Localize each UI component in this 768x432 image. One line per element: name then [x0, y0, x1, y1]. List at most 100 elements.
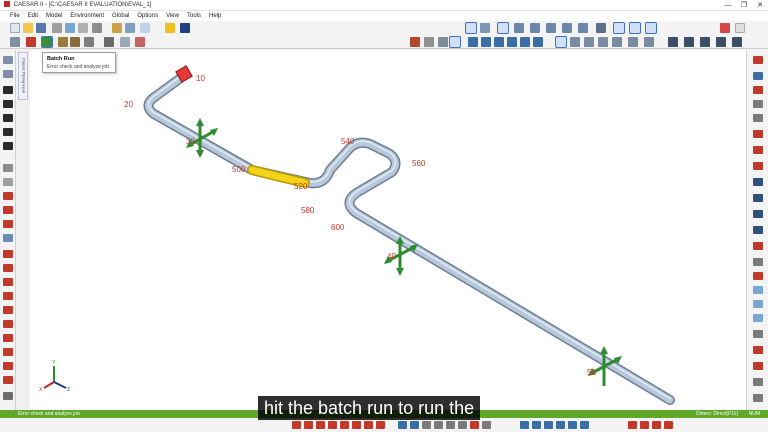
- right-tool-3-icon[interactable]: [753, 86, 763, 94]
- view-side-icon[interactable]: [514, 23, 524, 33]
- view-front-icon[interactable]: [497, 22, 509, 34]
- hidden-line-icon[interactable]: [684, 37, 694, 47]
- bottom-tool-19-icon[interactable]: [544, 421, 553, 429]
- list-icon[interactable]: [140, 23, 150, 33]
- zoom-out-icon[interactable]: [481, 37, 491, 47]
- menu-model[interactable]: Model: [46, 11, 62, 21]
- block-operations-icon[interactable]: [3, 178, 13, 186]
- invert-icon[interactable]: [628, 37, 638, 47]
- list-editor-icon[interactable]: [3, 164, 13, 172]
- bottom-tool-6-icon[interactable]: [352, 421, 361, 429]
- view-right-icon[interactable]: [562, 23, 572, 33]
- close-doc-icon[interactable]: [735, 23, 745, 33]
- menu-environment[interactable]: Environment: [70, 11, 104, 21]
- right-tool-6-icon[interactable]: [753, 130, 763, 138]
- bottom-tool-23-icon[interactable]: [628, 421, 637, 429]
- animate-icon[interactable]: [120, 37, 130, 47]
- node-numbers-icon[interactable]: [629, 22, 641, 34]
- right-tool-7-icon[interactable]: [753, 146, 763, 154]
- allowable-icon[interactable]: [3, 362, 13, 370]
- right-tool-11-icon[interactable]: [753, 210, 763, 218]
- right-tool-23-icon[interactable]: [753, 394, 763, 402]
- menu-global[interactable]: Global: [112, 11, 129, 21]
- bottom-tool-12-icon[interactable]: [434, 421, 443, 429]
- bottom-tool-21-icon[interactable]: [568, 421, 577, 429]
- view-bottom-icon[interactable]: [546, 23, 556, 33]
- valve-icon[interactable]: [3, 234, 13, 242]
- right-tool-8-icon[interactable]: [753, 162, 763, 170]
- right-tool-22-icon[interactable]: [753, 378, 763, 386]
- right-tool-17-icon[interactable]: [753, 300, 763, 308]
- right-tool-12-icon[interactable]: [753, 226, 763, 234]
- right-tool-21-icon[interactable]: [753, 362, 763, 370]
- new-file-icon[interactable]: [10, 23, 20, 33]
- classic-piping-input-tab[interactable]: Classic Piping Input: [18, 52, 28, 100]
- center-line-icon[interactable]: [613, 22, 625, 34]
- pan-icon[interactable]: [520, 37, 530, 47]
- displacement-icon[interactable]: [3, 292, 13, 300]
- bottom-tool-22-icon[interactable]: [580, 421, 589, 429]
- bottom-tool-8-icon[interactable]: [376, 421, 385, 429]
- bottom-tool-9-icon[interactable]: [398, 421, 407, 429]
- menu-file[interactable]: File: [10, 11, 20, 21]
- length-icon[interactable]: [645, 22, 657, 34]
- zoom-extents-icon[interactable]: [533, 37, 543, 47]
- nozzle-icon[interactable]: [3, 278, 13, 286]
- bottom-tool-15-icon[interactable]: [470, 421, 479, 429]
- copy-icon[interactable]: [65, 23, 75, 33]
- menu-edit[interactable]: Edit: [28, 11, 38, 21]
- bottom-tool-17-icon[interactable]: [520, 421, 529, 429]
- right-tool-14-icon[interactable]: [753, 258, 763, 266]
- insert-icon[interactable]: [3, 70, 13, 78]
- model-canvas[interactable]: 10 20 30 40 50 500 520 540 560 580 600 Y…: [30, 50, 746, 410]
- right-tool-5-icon[interactable]: [753, 114, 763, 122]
- shaded-icon[interactable]: [668, 37, 678, 47]
- minimize-button[interactable]: —: [720, 0, 736, 11]
- rigid-icon[interactable]: [3, 220, 13, 228]
- annotate-icon[interactable]: [410, 37, 420, 47]
- hide-icon[interactable]: [598, 37, 608, 47]
- paste-icon[interactable]: [78, 23, 88, 33]
- dynamic-analysis-icon[interactable]: [70, 37, 80, 47]
- piping-model[interactable]: 10 20 30 40 50 500 520 540 560 580 600 Y…: [30, 50, 746, 410]
- hanger-icon[interactable]: [3, 264, 13, 272]
- right-tool-19-icon[interactable]: [753, 330, 763, 338]
- error-check-icon[interactable]: [26, 37, 36, 47]
- bottom-tool-24-icon[interactable]: [640, 421, 649, 429]
- static-analysis-icon[interactable]: [58, 37, 68, 47]
- plot-icon[interactable]: [104, 37, 114, 47]
- view-back-icon[interactable]: [530, 23, 540, 33]
- wireframe-icon[interactable]: [596, 23, 606, 33]
- bottom-tool-18-icon[interactable]: [532, 421, 541, 429]
- save-icon[interactable]: [36, 23, 46, 33]
- next-element-icon[interactable]: [3, 100, 13, 108]
- uniform-load-icon[interactable]: [3, 320, 13, 328]
- bottom-tool-5-icon[interactable]: [340, 421, 349, 429]
- select-icon[interactable]: [555, 36, 567, 48]
- silhouette-icon[interactable]: [700, 37, 710, 47]
- bottom-tool-3-icon[interactable]: [316, 421, 325, 429]
- bottom-tool-14-icon[interactable]: [458, 421, 467, 429]
- print-icon[interactable]: [92, 23, 102, 33]
- render-icon[interactable]: [578, 23, 588, 33]
- first-element-icon[interactable]: [3, 114, 13, 122]
- sif-icon[interactable]: [3, 192, 13, 200]
- bottom-tool-20-icon[interactable]: [556, 421, 565, 429]
- zoom-window-icon[interactable]: [494, 37, 504, 47]
- translucent-icon[interactable]: [716, 37, 726, 47]
- redo-icon[interactable]: [125, 23, 135, 33]
- break-icon[interactable]: [3, 56, 13, 64]
- menu-tools[interactable]: Tools: [187, 11, 201, 21]
- view-iso-icon[interactable]: [465, 22, 477, 34]
- flange-icon[interactable]: [3, 376, 13, 384]
- maximize-button[interactable]: ❐: [736, 0, 752, 11]
- cut-icon[interactable]: [52, 23, 62, 33]
- close-button[interactable]: ✕: [752, 0, 768, 11]
- show-all-icon[interactable]: [612, 37, 622, 47]
- report-icon[interactable]: [165, 23, 175, 33]
- bottom-tool-11-icon[interactable]: [422, 421, 431, 429]
- lighting-icon[interactable]: [732, 37, 742, 47]
- right-tool-13-icon[interactable]: [753, 242, 763, 250]
- zoom-in-icon[interactable]: [468, 37, 478, 47]
- image-icon[interactable]: [180, 23, 190, 33]
